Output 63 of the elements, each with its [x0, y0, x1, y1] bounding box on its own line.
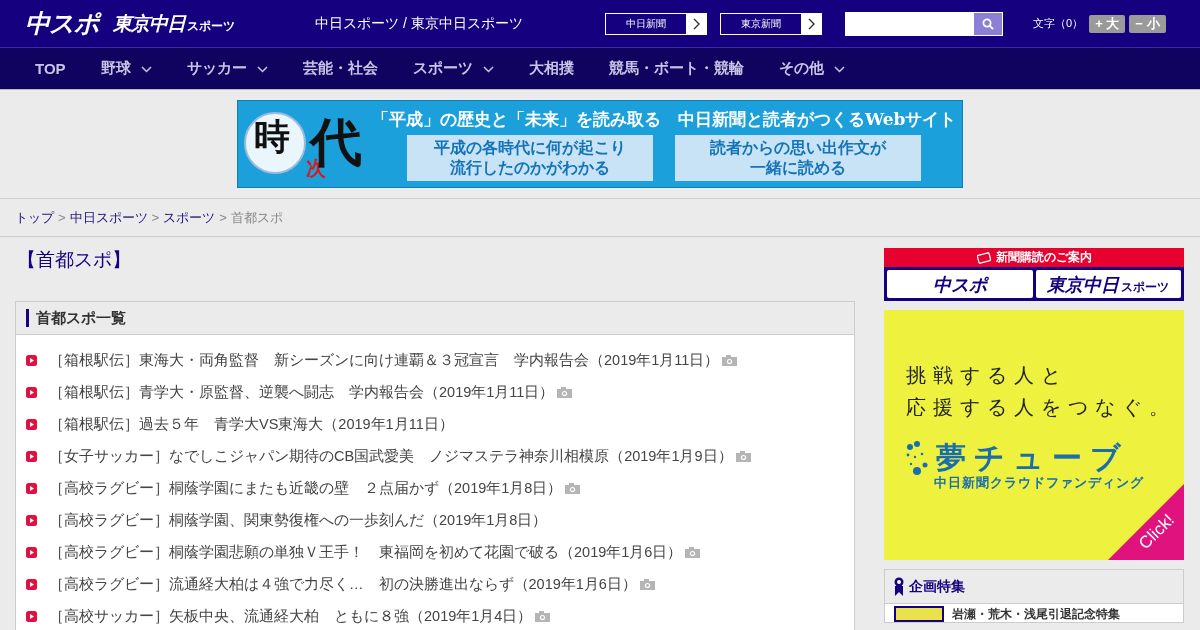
nav-item[interactable]: 野球: [100, 59, 152, 78]
breadcrumb-separator: >: [219, 210, 227, 225]
ribbon-icon: [894, 577, 904, 596]
nav-item[interactable]: TOP: [35, 60, 66, 77]
newspaper-icon: [976, 251, 991, 264]
nav-item[interactable]: 芸能・社会: [302, 59, 378, 78]
ad-brand: 夢チューブ: [936, 440, 1129, 476]
newspaper-link[interactable]: 東京新聞: [720, 12, 822, 35]
chevron-right-icon: [691, 17, 701, 30]
nav-item[interactable]: 競馬・ボート・競輪: [608, 59, 744, 78]
banner-headline: 「平成」の歴史と「未来」を読み取る 中日新聞と読者がつくるWebサイト: [372, 107, 957, 131]
breadcrumb-separator: >: [151, 210, 160, 225]
article-link[interactable]: ［高校ラグビー］流通経大柏は４強で力尽く… 初の決勝進出ならず（2019年1月6日）: [49, 574, 637, 594]
search-icon: [982, 17, 994, 30]
article-link[interactable]: ［高校ラグビー］桐蔭学園、関東勢復権への一歩刻んだ（2019年1月8日）: [49, 510, 548, 530]
play-icon: [26, 386, 37, 398]
feature-link[interactable]: 岩瀬・荒木・浅尾引退記念特集: [952, 607, 1120, 621]
chevron-right-icon: [806, 17, 816, 30]
subscribe-button[interactable]: 東京中日スポーツ: [1035, 270, 1181, 298]
breadcrumb-separator: >: [58, 210, 66, 225]
ad-tagline: 中日新聞クラウドファンディング: [934, 474, 1144, 492]
play-icon: [26, 610, 37, 622]
article-link[interactable]: ［箱根駅伝］東海大・両角監督 新シーズンに向け連覇＆３冠宣言 学内報告会（2019年1月11日）: [49, 350, 720, 370]
font-size-label: 文字（0）: [1033, 16, 1084, 31]
play-icon: [26, 546, 37, 558]
article-link[interactable]: ［高校サッカー］矢板中央、流通経大柏 ともに８強（2019年1月4日）: [49, 606, 533, 626]
play-icon: [26, 514, 37, 526]
newspaper-link[interactable]: 中日新聞: [605, 12, 707, 35]
subscribe-button[interactable]: 中スポ: [887, 270, 1033, 298]
breadcrumb-link[interactable]: トップ: [15, 208, 54, 227]
nav-item[interactable]: サッカー: [186, 59, 268, 78]
banner-text-box: 平成の各時代に何が起こり 流行したのかがわかる: [407, 134, 654, 181]
title-accent-bar: [26, 309, 29, 327]
article-link[interactable]: ［高校ラグビー］桐蔭学園悲願の単独Ｖ王手！ 東福岡を初めて花園で破る（2019年1月6日）: [49, 542, 683, 562]
breadcrumb-link[interactable]: スポーツ: [163, 208, 216, 227]
article-link[interactable]: ［高校ラグビー］桐蔭学園にまたも近畿の壁 ２点届かず（2019年1月8日）: [49, 478, 563, 498]
breadcrumb-link[interactable]: 中日スポーツ: [69, 208, 148, 227]
banner-logo-text: 時: [254, 118, 290, 154]
panel-title: 新聞購読のご案内: [995, 249, 1092, 266]
feature-thumbnail-icon: [894, 606, 944, 622]
play-icon: [26, 418, 37, 430]
play-icon: [26, 482, 37, 494]
play-icon: [26, 578, 37, 590]
site-title: 中日スポーツ / 東京中日スポーツ: [315, 14, 524, 33]
banner-text-box: 読者からの思い出作文が 一緒に読める: [675, 134, 922, 181]
dots-logo-icon: [906, 441, 930, 476]
article-link[interactable]: ［箱根駅伝］青学大・原監督、逆襲へ闘志 学内報告会（2019年1月11日）: [49, 382, 555, 402]
site-logo[interactable]: 東京中日スポーツ: [113, 10, 235, 37]
search-field[interactable]: [845, 11, 1003, 36]
ad-text: 応援する人をつなぐ。: [906, 394, 1176, 421]
page-title: 【首都スポ】: [17, 248, 132, 272]
search-button[interactable]: [974, 12, 1002, 35]
panel-title: 首都スポ一覧: [36, 308, 126, 328]
nav-item[interactable]: その他: [778, 59, 845, 78]
breadcrumb-current: 首都スポ: [230, 208, 283, 227]
play-icon: [26, 354, 37, 366]
article-link[interactable]: ［女子サッカー］なでしこジャパン期待のCB国武愛美 ノジマステラ神奈川相模原（2019年1月9日）: [49, 446, 733, 466]
nav-item[interactable]: 大相撲: [528, 59, 574, 78]
ad-text: 挑戦する人と: [906, 362, 1068, 389]
play-icon: [26, 450, 37, 462]
article-link[interactable]: ［箱根駅伝］過去５年 青学大VS東海大（2019年1月11日）: [49, 414, 454, 434]
nav-item[interactable]: スポーツ: [412, 59, 494, 78]
panel-title: 企画特集: [909, 577, 965, 596]
